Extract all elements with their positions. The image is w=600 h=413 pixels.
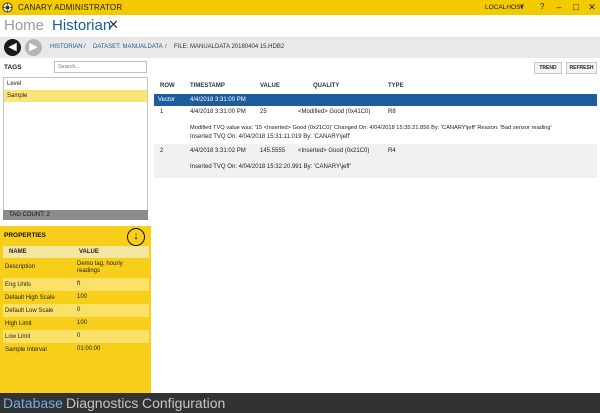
refresh-button[interactable]: REFRESH xyxy=(566,62,597,74)
properties-table: NAME VALUE Description Demo tag, hourly … xyxy=(3,246,149,356)
property-value: 100 xyxy=(77,320,88,326)
close-tab-icon[interactable]: ✕ xyxy=(108,17,119,33)
chevron-down-icon[interactable]: ▾ xyxy=(520,3,524,11)
properties-panel: PROPERTIES ↓ NAME VALUE Description Demo… xyxy=(0,226,151,393)
property-row: High Limit 100 xyxy=(3,317,149,330)
col-name-header: NAME xyxy=(9,249,27,255)
cell-quality: <Inserted> Good (0x21C0) xyxy=(298,148,370,154)
nav-database[interactable]: Database xyxy=(3,395,63,411)
property-row: Default High Scale 100 xyxy=(3,291,149,304)
forward-arrow-icon[interactable]: ▶ xyxy=(25,39,42,56)
property-name: Default High Scale xyxy=(5,295,55,301)
cell-value: 25 xyxy=(260,109,267,115)
breadcrumb-historian[interactable]: HISTORIAN xyxy=(50,44,83,50)
header-row[interactable]: ROW xyxy=(160,83,175,89)
title-bar: CANARY ADMINISTRATOR LOCALHOST ▾ ? – □ ✕ xyxy=(0,0,600,15)
property-value: 01:00:00 xyxy=(77,346,101,352)
property-name: Sample Interval xyxy=(5,347,47,353)
cell-value: 145.5555 xyxy=(260,148,286,154)
page-tabs: Home Historian ✕ xyxy=(0,15,600,37)
group-row[interactable]: Vector 4/4/2018 3:31:00 PM xyxy=(154,94,597,106)
property-row: Low Limit 0 xyxy=(3,330,149,343)
header-type[interactable]: TYPE xyxy=(388,83,404,89)
back-arrow-icon[interactable]: ◀ xyxy=(4,39,21,56)
cell-type: R8 xyxy=(388,109,396,115)
tab-home[interactable]: Home xyxy=(4,17,44,34)
property-name: Default Low Scale xyxy=(5,308,54,314)
property-value: ft xyxy=(77,281,81,287)
col-value-header: VALUE xyxy=(79,249,99,255)
host-selector[interactable]: LOCALHOST xyxy=(485,4,524,11)
nav-diagnostics[interactable]: Diagnostics xyxy=(66,395,138,411)
maximize-button[interactable]: □ xyxy=(570,1,582,13)
canary-logo-icon xyxy=(2,2,13,13)
row-detail-note: Modified TVQ value was: '15 <Inserted> G… xyxy=(190,125,552,131)
property-row: Description Demo tag, hourly readings xyxy=(3,258,149,278)
tag-list: Level Sample xyxy=(3,77,148,220)
property-value: Demo tag, hourly readings xyxy=(77,261,123,274)
property-name: Eng Units xyxy=(5,282,32,288)
app-title: CANARY ADMINISTRATOR xyxy=(18,3,123,12)
property-name: Low Limit xyxy=(5,334,31,340)
tab-historian[interactable]: Historian xyxy=(52,17,111,34)
cell-row: 1 xyxy=(160,109,164,115)
cell-quality: <Modified> Good (0x41C0) xyxy=(298,109,371,115)
property-row: Eng Units ft xyxy=(3,278,149,291)
header-quality[interactable]: QUALITY xyxy=(313,83,339,89)
header-value[interactable]: VALUE xyxy=(260,83,280,89)
bottom-nav: Database Diagnostics Configuration xyxy=(0,393,600,413)
breadcrumb-separator: / xyxy=(84,44,86,50)
property-name: High Limit xyxy=(5,321,32,327)
table-row[interactable]: 1 4/4/2018 3:31:00 PM 25 <Modified> Good… xyxy=(154,106,597,144)
tag-item-level[interactable]: Level xyxy=(4,78,147,90)
properties-heading: PROPERTIES xyxy=(4,232,46,239)
breadcrumb-bar: ◀ ▶ HISTORIAN / DATASET: MANUALDATA / FI… xyxy=(0,37,600,58)
cell-timestamp: 4/4/2018 3:31:02 PM xyxy=(190,148,246,154)
group-name: Vector xyxy=(158,97,176,103)
tag-search-input[interactable] xyxy=(54,61,147,73)
breadcrumb-separator: / xyxy=(165,44,167,50)
properties-header: NAME VALUE xyxy=(3,246,149,258)
tag-item-sample[interactable]: Sample xyxy=(4,90,147,102)
close-window-button[interactable]: ✕ xyxy=(586,1,598,13)
property-row: Sample Interval 01:00:00 xyxy=(3,343,149,356)
download-icon[interactable]: ↓ xyxy=(127,228,145,246)
property-value: 0 xyxy=(77,333,81,339)
cell-type: R4 xyxy=(388,148,396,154)
minimize-button[interactable]: – xyxy=(553,1,565,13)
grid-header: ROW TIMESTAMP VALUE QUALITY TYPE xyxy=(154,78,600,94)
property-row: Default Low Scale 0 xyxy=(3,304,149,317)
row-detail-note: Inserted TVQ On: 4/04/2018 15:31:11.019 … xyxy=(190,134,351,140)
tags-heading: TAGS xyxy=(4,64,22,71)
tag-count: TAG COUNT: 2 xyxy=(3,210,148,220)
help-icon[interactable]: ? xyxy=(540,2,544,11)
breadcrumb-dataset[interactable]: DATASET: MANUALDATA xyxy=(93,44,163,50)
table-row[interactable]: 2 4/4/2018 3:31:02 PM 145.5555 <Inserted… xyxy=(154,144,597,178)
row-detail-note: Inserted TVQ On: 4/04/2018 15:32:20.991 … xyxy=(190,164,351,170)
group-timestamp: 4/4/2018 3:31:00 PM xyxy=(190,97,246,103)
property-value: 0 xyxy=(77,307,81,313)
breadcrumb-file: FILE: MANUALDATA 20180404 15.HDB2 xyxy=(174,44,285,50)
header-timestamp[interactable]: TIMESTAMP xyxy=(190,83,225,89)
cell-row: 2 xyxy=(160,148,164,154)
nav-configuration[interactable]: Configuration xyxy=(142,395,225,411)
trend-button[interactable]: TREND xyxy=(534,62,562,74)
property-name: Description xyxy=(5,264,36,270)
property-value: 100 xyxy=(77,294,88,300)
cell-timestamp: 4/4/2018 3:31:00 PM xyxy=(190,109,246,115)
